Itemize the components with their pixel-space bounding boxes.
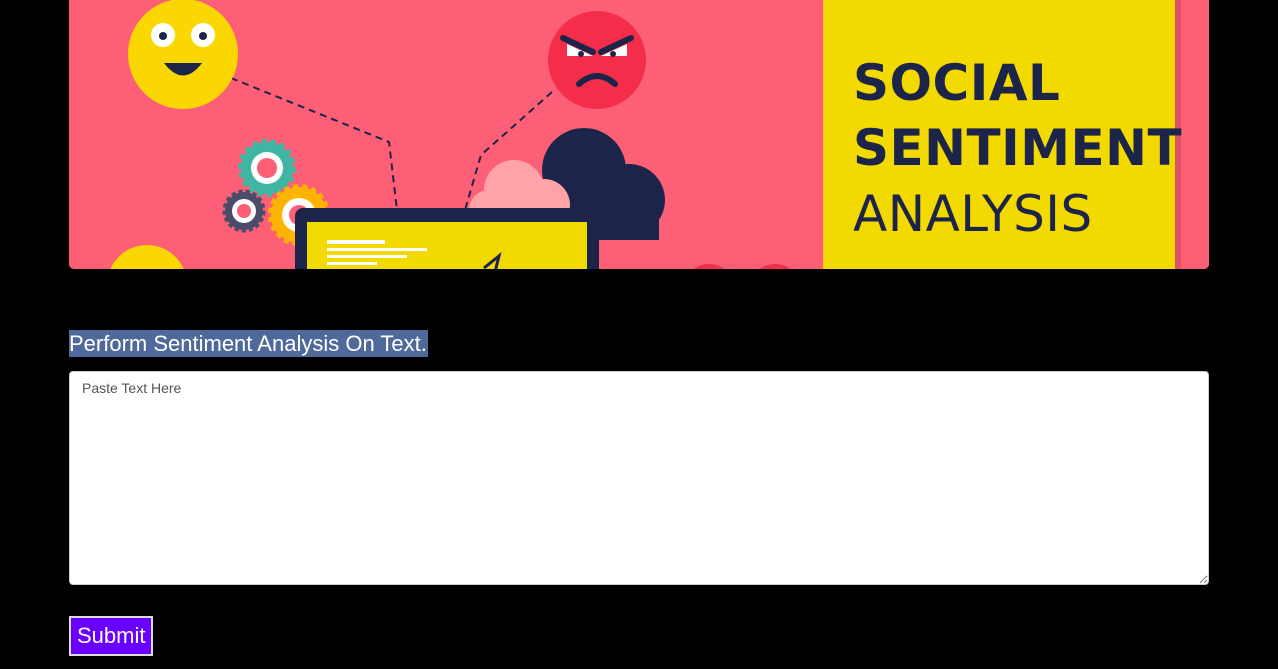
- submit-button[interactable]: Submit: [69, 616, 154, 656]
- text-input-area[interactable]: [69, 371, 1209, 585]
- banner-title-line-2: SENTIMENT: [853, 119, 1183, 177]
- banner-image: SOCIAL SENTIMENT ANALYSIS: [69, 0, 1209, 269]
- banner-title-line-3: ANALYSIS: [853, 185, 1093, 243]
- form-heading: Perform Sentiment Analysis On Text.: [69, 330, 428, 357]
- laptop-icon: [295, 208, 599, 269]
- angry-face-icon: [548, 11, 646, 109]
- banner-title-line-1: SOCIAL: [853, 54, 1061, 112]
- happy-face-icon: [128, 0, 238, 109]
- page: SOCIAL SENTIMENT ANALYSIS Perform Sentim…: [0, 0, 1278, 669]
